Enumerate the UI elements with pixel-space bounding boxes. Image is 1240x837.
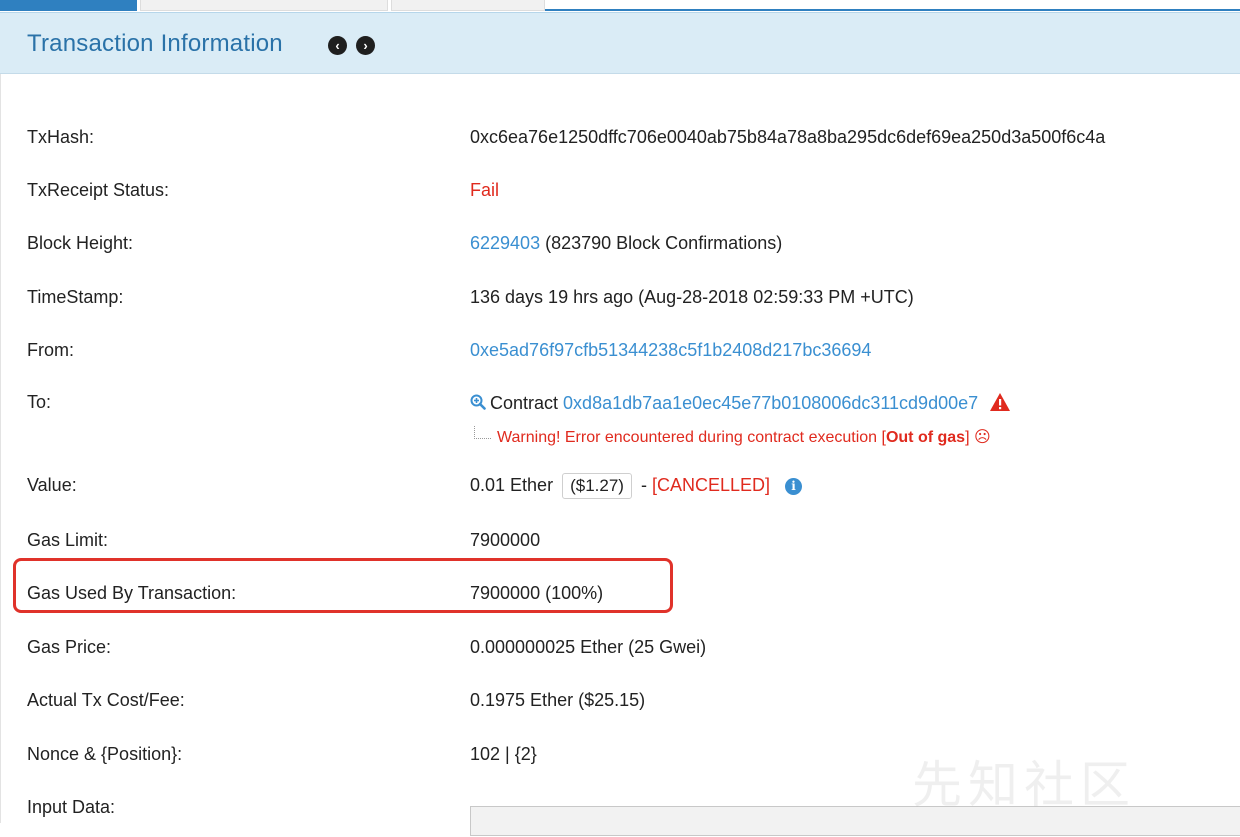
warning-triangle-icon bbox=[990, 393, 1011, 411]
timestamp-value: 136 days 19 hrs ago (Aug-28-2018 02:59:3… bbox=[470, 287, 914, 307]
tx-fee-value: 0.1975 Ether ($25.15) bbox=[470, 690, 646, 710]
tab-underline bbox=[545, 9, 1240, 11]
status-label: TxReceipt Status: bbox=[27, 180, 170, 200]
tab-overview[interactable] bbox=[0, 0, 137, 11]
from-address-link[interactable]: 0xe5ad76f97cfb51344238c5f1b2408d217bc366… bbox=[470, 340, 871, 361]
warning-out-of-gas: Out of gas bbox=[885, 429, 966, 446]
row-tx-fee: Actual Tx Cost/Fee: 0.1975 Ether ($25.15… bbox=[0, 690, 1240, 730]
row-block-height: Block Height: 6229403 (823790 Block Conf… bbox=[0, 233, 1240, 273]
tab-strip bbox=[0, 0, 1240, 12]
value-value: 0.01 Ether ($1.27) - [CANCELLED] i bbox=[470, 473, 803, 499]
block-height-value: 6229403 (823790 Block Confirmations) bbox=[470, 233, 782, 254]
value-dash: - bbox=[640, 475, 647, 495]
watermark: 先知社区 bbox=[912, 756, 1136, 814]
chevron-right-circle-icon[interactable]: › bbox=[356, 36, 375, 55]
nonce-value: 102 | {2} bbox=[470, 744, 537, 764]
block-confirmations: (823790 Block Confirmations) bbox=[545, 233, 783, 253]
info-icon[interactable]: i bbox=[785, 478, 803, 495]
txhash-label: TxHash: bbox=[27, 127, 95, 147]
nonce-label: Nonce & {Position}: bbox=[27, 744, 183, 764]
row-timestamp: TimeStamp: 136 days 19 hrs ago (Aug-28-2… bbox=[0, 287, 1240, 327]
tx-fee-label: Actual Tx Cost/Fee: bbox=[27, 690, 185, 710]
chevron-left-circle-icon[interactable]: ‹ bbox=[328, 36, 347, 55]
gas-price-label: Gas Price: bbox=[27, 637, 112, 657]
from-label: From: bbox=[27, 340, 74, 360]
warning-suffix: ] ☹ bbox=[965, 429, 991, 446]
txhash-value: 0xc6ea76e1250dffc706e0040ab75b84a78a8ba2… bbox=[470, 127, 1106, 147]
input-data-label: Input Data: bbox=[27, 797, 116, 817]
value-label: Value: bbox=[27, 475, 77, 495]
contract-warning: Warning! Error encountered during contra… bbox=[474, 426, 991, 447]
tab-second[interactable] bbox=[140, 0, 388, 11]
block-height-label: Block Height: bbox=[27, 233, 134, 253]
panel-title: Transaction Information bbox=[27, 30, 283, 57]
row-value: Value: 0.01 Ether ($1.27) - [CANCELLED] … bbox=[0, 473, 1240, 515]
status-value: Fail bbox=[470, 180, 500, 200]
contract-address-link[interactable]: 0xd8a1db7aa1e0ec45e77b0108006dc311cd9d00… bbox=[563, 393, 978, 413]
search-plus-icon[interactable] bbox=[470, 394, 486, 410]
row-from: From: 0xe5ad76f97cfb51344238c5f1b2408d21… bbox=[0, 340, 1240, 380]
tab-third[interactable] bbox=[391, 0, 545, 11]
row-status: TxReceipt Status: Fail bbox=[0, 180, 1240, 220]
to-value: Contract 0xd8a1db7aa1e0ec45e77b0108006dc… bbox=[470, 392, 1011, 414]
gas-limit-value: 7900000 bbox=[470, 530, 541, 550]
timestamp-label: TimeStamp: bbox=[27, 287, 124, 307]
panel-header: Transaction Information ‹ › bbox=[0, 12, 1240, 74]
block-number-link[interactable]: 6229403 bbox=[470, 233, 540, 253]
warning-prefix: Warning! Error encountered during contra… bbox=[497, 429, 886, 446]
contract-prefix: Contract bbox=[490, 393, 559, 413]
gas-used-value: 7900000 (100%) bbox=[470, 583, 604, 603]
gas-used-label: Gas Used By Transaction: bbox=[27, 583, 237, 603]
row-gas-price: Gas Price: 0.000000025 Ether (25 Gwei) bbox=[0, 637, 1240, 677]
row-txhash: TxHash: 0xc6ea76e1250dffc706e0040ab75b84… bbox=[0, 127, 1240, 167]
gas-price-value: 0.000000025 Ether (25 Gwei) bbox=[470, 637, 707, 657]
gas-limit-label: Gas Limit: bbox=[27, 530, 109, 550]
value-cancelled: [CANCELLED] bbox=[651, 475, 771, 495]
row-gas-used: Gas Used By Transaction: 7900000 (100%) bbox=[0, 583, 1240, 623]
tree-connector-icon bbox=[474, 426, 491, 439]
value-usd: ($1.27) bbox=[562, 473, 632, 499]
row-to: To: Contract 0xd8a1db7aa1e0ec45e77b01080… bbox=[0, 392, 1240, 452]
to-label: To: bbox=[27, 392, 52, 412]
value-amount: 0.01 Ether bbox=[470, 475, 554, 495]
